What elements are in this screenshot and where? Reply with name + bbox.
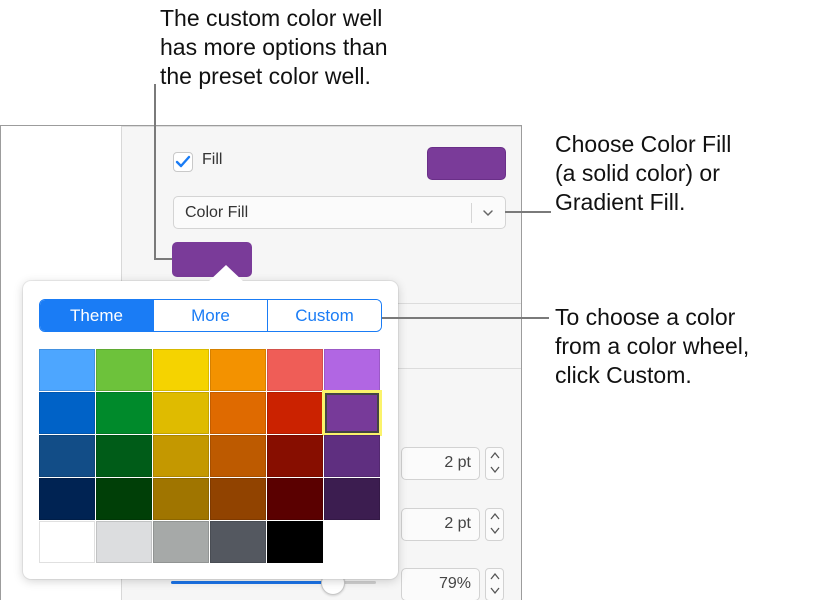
color-swatch[interactable] bbox=[96, 349, 152, 391]
opacity-field[interactable]: 79% bbox=[401, 568, 480, 600]
color-swatch[interactable] bbox=[210, 392, 266, 434]
stroke-second-field[interactable]: 2 pt bbox=[401, 508, 480, 541]
fill-checkbox[interactable] bbox=[173, 152, 193, 172]
color-swatch[interactable] bbox=[210, 349, 266, 391]
callout-custom-tab: To choose a color from a color wheel, cl… bbox=[555, 303, 814, 390]
fill-type-select[interactable]: Color Fill bbox=[173, 196, 506, 229]
color-swatch[interactable] bbox=[267, 349, 323, 391]
fill-type-value: Color Fill bbox=[185, 204, 249, 221]
color-swatch[interactable] bbox=[153, 478, 209, 520]
section-divider bbox=[122, 126, 521, 127]
color-swatch[interactable] bbox=[96, 521, 152, 563]
callout-custom-color-well: The custom color well has more options t… bbox=[160, 4, 460, 91]
tab-more[interactable]: More bbox=[153, 300, 267, 331]
callout-line: Choose Color Fill bbox=[555, 131, 732, 157]
fill-label: Fill bbox=[202, 151, 223, 168]
select-separator bbox=[471, 203, 472, 223]
stroke-width-field[interactable]: 2 pt bbox=[401, 447, 480, 480]
color-swatch[interactable] bbox=[153, 392, 209, 434]
color-popover: Theme More Custom bbox=[23, 265, 398, 579]
color-swatch[interactable] bbox=[96, 392, 152, 434]
color-swatch[interactable] bbox=[153, 435, 209, 477]
color-swatch[interactable] bbox=[324, 349, 380, 391]
stepper-arrows-icon bbox=[490, 451, 500, 474]
color-swatch[interactable] bbox=[210, 521, 266, 563]
callout-line: the preset color well. bbox=[160, 63, 371, 89]
callout-line: To choose a color bbox=[555, 304, 736, 330]
color-swatch[interactable] bbox=[39, 435, 95, 477]
color-swatch[interactable] bbox=[267, 435, 323, 477]
color-swatch[interactable] bbox=[96, 478, 152, 520]
callout-fill-type: Choose Color Fill (a solid color) or Gra… bbox=[555, 130, 814, 217]
color-swatch[interactable] bbox=[39, 349, 95, 391]
callout-line: The custom color well bbox=[160, 5, 383, 31]
stepper-arrows-icon bbox=[490, 512, 500, 535]
chevron-down-icon bbox=[483, 210, 493, 217]
color-swatch[interactable] bbox=[153, 349, 209, 391]
stroke-second-stepper[interactable] bbox=[485, 508, 504, 541]
callout-line: Gradient Fill. bbox=[555, 189, 686, 215]
color-swatch[interactable] bbox=[267, 521, 323, 563]
color-swatch[interactable] bbox=[153, 521, 209, 563]
callout-line: (a solid color) or bbox=[555, 160, 720, 186]
tab-theme[interactable]: Theme bbox=[40, 300, 153, 331]
checkmark-icon bbox=[175, 155, 191, 168]
color-swatch[interactable] bbox=[322, 390, 382, 436]
color-swatch[interactable] bbox=[267, 392, 323, 434]
opacity-stepper[interactable] bbox=[485, 568, 504, 600]
leader-line bbox=[382, 317, 549, 319]
slider-fill bbox=[171, 581, 333, 584]
color-swatch[interactable] bbox=[210, 478, 266, 520]
color-tab-control: Theme More Custom bbox=[39, 299, 382, 332]
empty-swatch-slot bbox=[324, 521, 380, 563]
callout-line: click Custom. bbox=[555, 362, 692, 388]
color-swatch[interactable] bbox=[324, 478, 380, 520]
color-swatch[interactable] bbox=[324, 435, 380, 477]
popover-arrow bbox=[208, 265, 244, 282]
color-swatch[interactable] bbox=[39, 478, 95, 520]
callout-line: has more options than bbox=[160, 34, 388, 60]
color-swatch[interactable] bbox=[96, 435, 152, 477]
callout-line: from a color wheel, bbox=[555, 333, 750, 359]
leader-line bbox=[154, 84, 156, 260]
swatch-grid bbox=[39, 349, 382, 563]
leader-line bbox=[154, 258, 172, 260]
stepper-arrows-icon bbox=[490, 572, 500, 595]
tab-custom[interactable]: Custom bbox=[267, 300, 381, 331]
color-swatch[interactable] bbox=[39, 392, 95, 434]
color-swatch[interactable] bbox=[39, 521, 95, 563]
color-swatch[interactable] bbox=[267, 478, 323, 520]
preset-color-well[interactable] bbox=[427, 147, 506, 180]
color-swatch[interactable] bbox=[210, 435, 266, 477]
stroke-width-stepper[interactable] bbox=[485, 447, 504, 480]
leader-line bbox=[505, 211, 551, 213]
